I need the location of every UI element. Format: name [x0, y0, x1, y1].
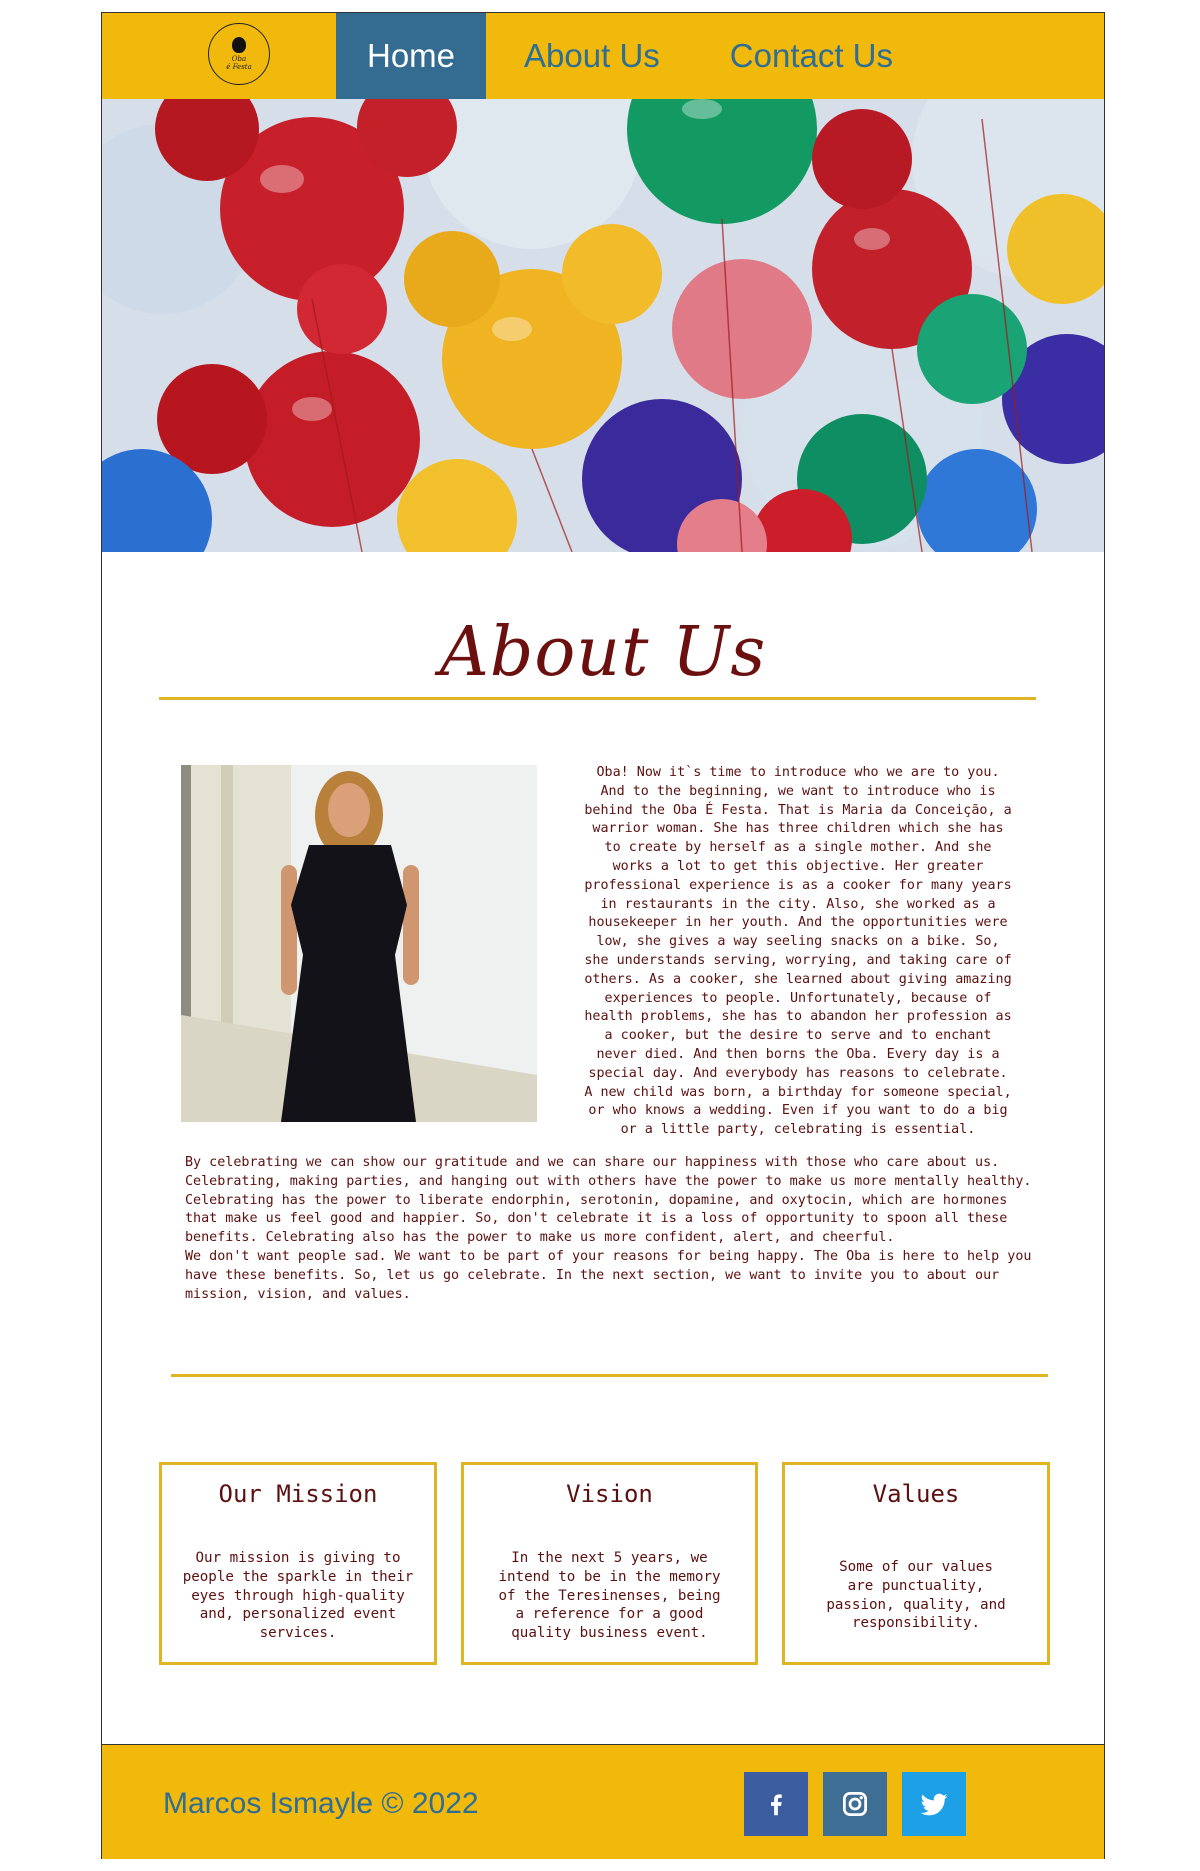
title-divider	[159, 697, 1036, 700]
logo-text-line1: Oba	[231, 55, 247, 63]
founder-photo	[181, 765, 537, 1122]
twitter-link[interactable]	[902, 1772, 966, 1836]
colorful-mickey-balloons-photo	[102, 99, 1104, 552]
copyright-text: Marcos Ismayle © 2022	[163, 1787, 479, 1820]
vision-card: Vision In the next 5 years, we intend to…	[461, 1462, 758, 1665]
about-body-text: By celebrating we can show our gratitude…	[185, 1155, 1032, 1302]
facebook-icon	[771, 1794, 782, 1816]
mission-card: Our Mission Our mission is giving to peo…	[159, 1462, 437, 1665]
page-frame: Oba é Festa Home About Us Contact Us Abo…	[101, 12, 1105, 1859]
section-divider	[171, 1374, 1048, 1377]
main-nav: Home About Us Contact Us	[336, 13, 923, 99]
values-card: Values Some of our values are punctualit…	[782, 1462, 1050, 1665]
woman-in-black-dress-photo	[181, 765, 537, 1122]
site-logo[interactable]: Oba é Festa	[208, 23, 270, 85]
logo-text-line2: é Festa	[226, 63, 252, 71]
values-card-title: Values	[872, 1480, 960, 1508]
nav-contact-us[interactable]: Contact Us	[695, 13, 923, 99]
nav-home[interactable]: Home	[336, 13, 487, 99]
intro-text: Oba! Now it`s time to introduce who we a…	[584, 765, 1012, 1138]
facebook-link[interactable]	[744, 1772, 808, 1836]
page-title: About Us	[439, 613, 767, 692]
vision-card-title: Vision	[566, 1480, 653, 1508]
nav-about-us[interactable]: About Us	[486, 13, 695, 99]
values-card-text: Some of our values are punctuality, pass…	[826, 1559, 1006, 1632]
site-header: Oba é Festa Home About Us Contact Us	[102, 13, 1104, 100]
mission-card-title: Our Mission	[218, 1480, 378, 1508]
balloon-logo-icon	[232, 37, 246, 53]
site-footer: Marcos Ismayle © 2022	[102, 1744, 1104, 1859]
twitter-icon	[920, 1793, 948, 1816]
hero-balloons-image	[102, 99, 1104, 552]
vision-card-text: In the next 5 years, we intend to be in …	[498, 1550, 721, 1642]
instagram-icon	[843, 1792, 867, 1816]
mission-card-text: Our mission is giving to people the spar…	[182, 1550, 414, 1642]
instagram-link[interactable]	[823, 1772, 887, 1836]
